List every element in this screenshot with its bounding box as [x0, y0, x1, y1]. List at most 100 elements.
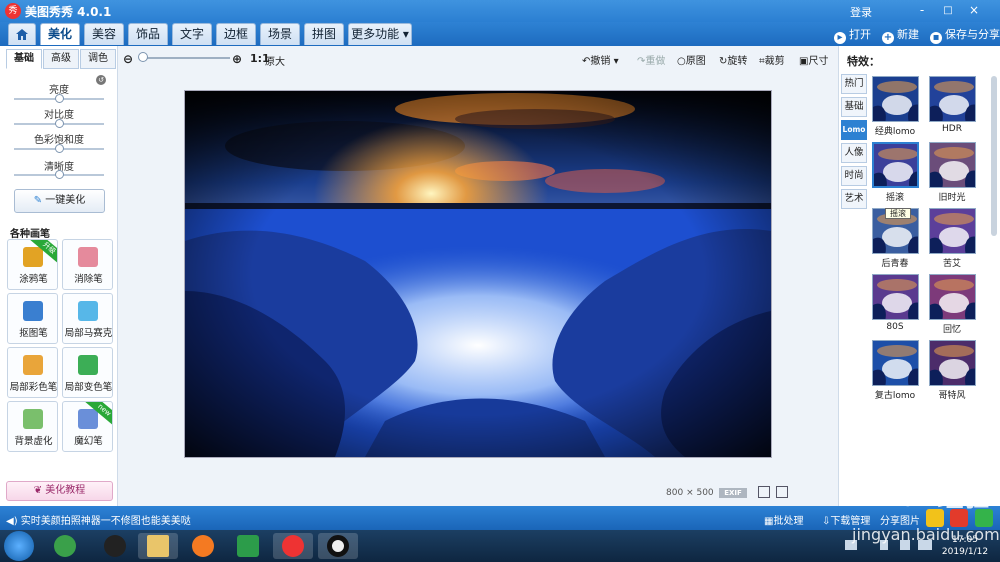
tool-doodle-pen[interactable]: 涂鸦笔 升级 — [7, 239, 58, 290]
plus-icon: + — [882, 32, 894, 44]
effect-label: 旧时光 — [938, 193, 966, 203]
tool-local-mosaic[interactable]: 局部马赛克 — [62, 293, 113, 344]
taskbar-app-explorer[interactable] — [138, 533, 178, 559]
home-tab[interactable] — [8, 23, 36, 45]
maximize-button[interactable]: □ — [938, 2, 958, 19]
firefox-icon — [192, 535, 214, 557]
media-player-icon — [237, 535, 259, 557]
taskbar-app-meitu[interactable] — [273, 533, 313, 559]
batch-process-button[interactable]: ▦批处理 — [764, 512, 803, 527]
effect-preview-image — [873, 77, 918, 121]
tab-border[interactable]: 边框 — [216, 23, 256, 45]
effects-scrollbar[interactable] — [991, 76, 997, 236]
paint-bucket-icon — [78, 355, 98, 375]
exif-badge[interactable]: EXIF — [719, 488, 747, 498]
close-button[interactable]: × — [964, 2, 984, 19]
effect-thumbnail[interactable] — [929, 274, 976, 320]
photo-canvas[interactable] — [184, 90, 772, 458]
sharpness-knob[interactable] — [54, 170, 64, 179]
tool-background-blur[interactable]: 背景虚化 — [7, 401, 58, 452]
brightness-knob[interactable] — [54, 94, 64, 103]
taskbar-app-qq[interactable] — [95, 533, 135, 559]
tool-eraser-pen[interactable]: 消除笔 — [62, 239, 113, 290]
contrast-slider[interactable] — [14, 119, 104, 128]
effect-preview-image — [930, 275, 975, 319]
undo-button[interactable]: ↶撤销 ▾ — [582, 52, 619, 67]
category-art[interactable]: 艺术 — [841, 189, 867, 209]
effect-thumbnail[interactable] — [872, 340, 919, 386]
tab-scene[interactable]: 场景 — [260, 23, 300, 45]
effect-thumbnail[interactable] — [929, 340, 976, 386]
sharpness-slider[interactable] — [14, 170, 104, 179]
effect-thumbnail[interactable] — [929, 76, 976, 122]
tool-local-color-pen[interactable]: 局部彩色笔 — [7, 347, 58, 398]
redo-button[interactable]: ↷重做 — [637, 52, 665, 67]
effect-label: 经典lomo — [874, 127, 916, 137]
effect-thumbnail[interactable] — [929, 208, 976, 254]
original-button[interactable]: ○原图 — [677, 52, 706, 67]
tab-more-features[interactable]: 更多功能 ▾ — [348, 23, 412, 45]
subtab-advanced[interactable]: 高级 — [43, 49, 79, 69]
effects-title: 特效： — [847, 55, 880, 68]
effect-preview-image — [930, 209, 975, 253]
windows-start-icon[interactable] — [4, 531, 34, 561]
save-share-button[interactable]: ▪ 保存与分享 — [930, 26, 1000, 44]
taskbar-app-firefox[interactable] — [183, 533, 223, 559]
title-bar: 秀 美图秀秀 4.0.1 登录 - □ × — [0, 0, 1000, 22]
crop-button[interactable]: ⌗裁剪 — [759, 52, 785, 67]
save-icon: ▪ — [930, 32, 942, 44]
tab-collage[interactable]: 拼图 — [304, 23, 344, 45]
tab-beautify[interactable]: 美化 — [40, 23, 80, 45]
saturation-knob[interactable] — [54, 144, 64, 153]
effect-preview-image — [930, 143, 975, 187]
one-key-beautify-button[interactable]: ✎ 一键美化 — [14, 189, 105, 213]
zoom-slider[interactable] — [140, 57, 230, 59]
taskbar-app-recorder[interactable] — [318, 533, 358, 559]
resize-button[interactable]: ▣尺寸 — [799, 52, 828, 67]
category-fashion[interactable]: 时尚 — [841, 166, 867, 186]
category-lomo[interactable]: Lomo — [841, 120, 867, 140]
tab-beauty[interactable]: 美容 — [84, 23, 124, 45]
effect-thumbnail[interactable] — [872, 142, 919, 188]
zoom-in-icon[interactable]: ⊕ — [232, 52, 242, 66]
minimize-button[interactable]: - — [912, 2, 932, 19]
compare-view-icon[interactable] — [758, 486, 770, 498]
tool-cutout-pen[interactable]: 抠图笔 — [7, 293, 58, 344]
fit-view-icon[interactable] — [776, 486, 788, 498]
subtab-basic[interactable]: 基础 — [6, 49, 42, 69]
tool-magic-pen[interactable]: 魔幻笔 new — [62, 401, 113, 452]
app-window: 秀 美图秀秀 4.0.1 登录 - □ × 美化 美容 饰品 文字 边框 场景 … — [0, 0, 1000, 530]
tab-accessories[interactable]: 饰品 — [128, 23, 168, 45]
doodle-pen-icon — [23, 247, 43, 267]
brightness-slider[interactable] — [14, 94, 104, 103]
saturation-slider[interactable] — [14, 144, 104, 153]
subtab-color[interactable]: 调色 — [80, 49, 116, 69]
taskbar-app-media[interactable] — [228, 533, 268, 559]
effect-label: 苦艾 — [942, 259, 961, 269]
status-message[interactable]: ◀) 实时美颜拍照神器一不修图也能美美哒 — [6, 512, 191, 527]
zoom-slider-knob[interactable] — [138, 52, 148, 62]
category-hot[interactable]: 热门 — [841, 74, 867, 94]
effect-thumbnail[interactable] — [929, 142, 976, 188]
contrast-knob[interactable] — [54, 119, 64, 128]
rotate-button[interactable]: ↻旋转 — [719, 52, 747, 67]
folder-icon — [147, 535, 169, 557]
effect-thumbnail[interactable] — [872, 76, 919, 122]
login-link[interactable]: 登录 — [850, 4, 872, 20]
open-button[interactable]: ▸ 打开 — [834, 26, 871, 44]
effect-thumbnail[interactable] — [872, 274, 919, 320]
zoom-out-icon[interactable]: ⊖ — [123, 52, 133, 66]
new-button[interactable]: + 新建 — [882, 26, 919, 44]
seascape-photo — [185, 91, 771, 457]
category-basic[interactable]: 基础 — [841, 97, 867, 117]
beautify-tutorial-button[interactable]: ❦ 美化教程 — [6, 481, 113, 501]
image-size-info: 800 × 500 — [666, 488, 714, 498]
taskbar-app-360[interactable] — [45, 533, 85, 559]
effect-preview-image — [873, 341, 918, 385]
qq-icon — [104, 535, 126, 557]
home-icon — [16, 29, 28, 40]
tab-text[interactable]: 文字 — [172, 23, 212, 45]
tool-local-recolor-pen[interactable]: 局部变色笔 — [62, 347, 113, 398]
category-portrait[interactable]: 人像 — [841, 143, 867, 163]
effect-preview-image — [930, 77, 975, 121]
